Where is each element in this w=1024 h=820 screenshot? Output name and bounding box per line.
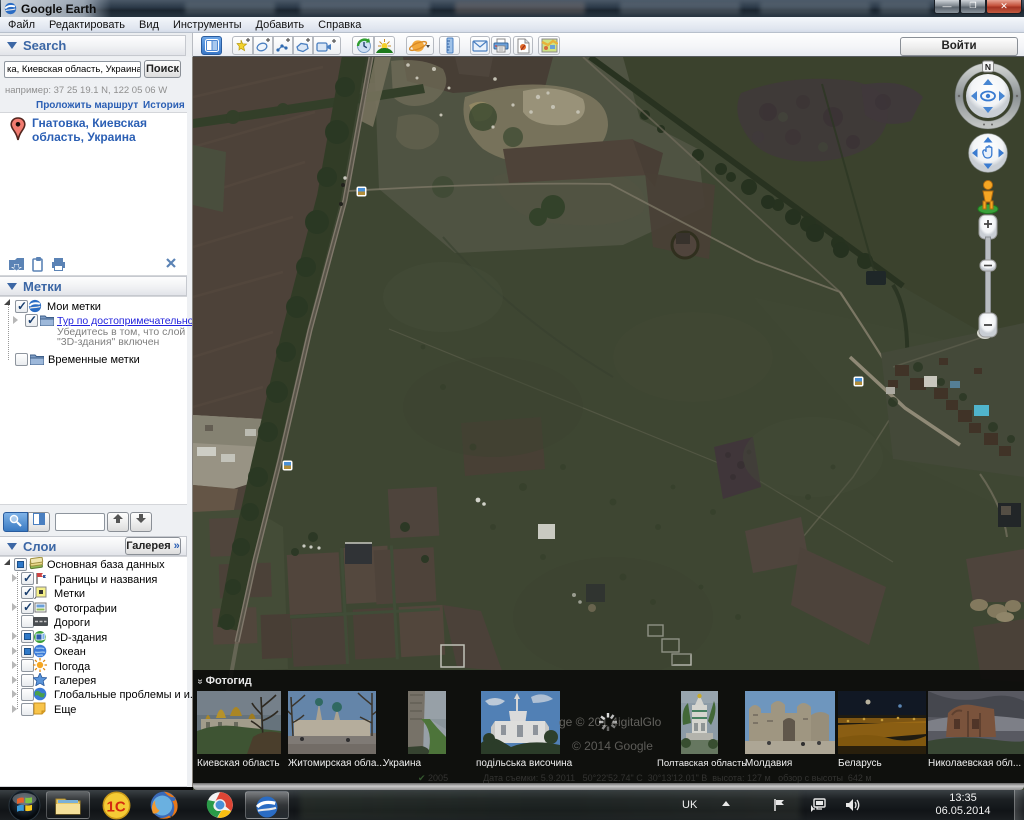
svg-text:1С: 1С [107, 799, 126, 816]
svg-text:N: N [985, 62, 991, 72]
